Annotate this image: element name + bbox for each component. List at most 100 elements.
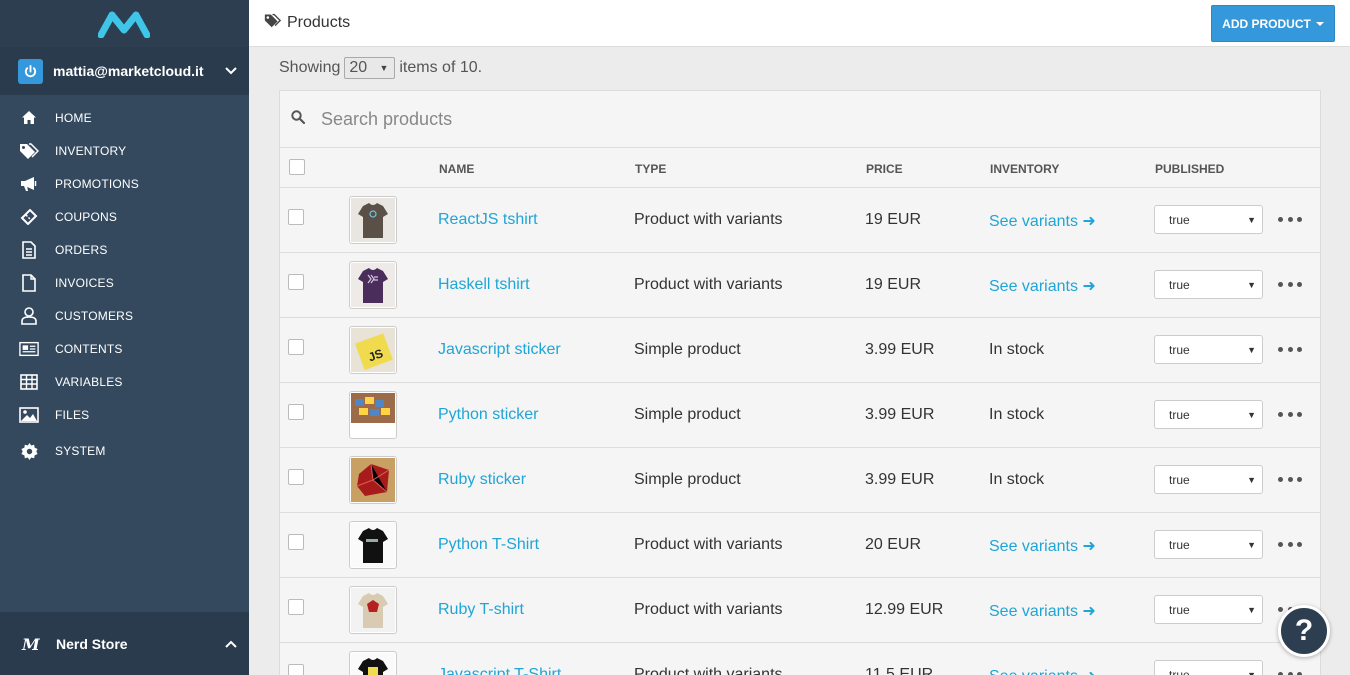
sidebar-item-label: HOME	[55, 110, 92, 125]
caret-down-icon: ▼	[1247, 409, 1256, 420]
chevron-down-icon[interactable]	[213, 67, 249, 75]
product-type: Simple product	[634, 341, 741, 358]
sidebar-item-home[interactable]: HOME	[0, 101, 249, 134]
sidebar-item-contents[interactable]: CONTENTS	[0, 332, 249, 365]
sidebar-menu: HOME INVENTORY PROMOTIONS COUPONS ORDERS…	[0, 95, 249, 471]
product-name-link[interactable]: Javascript sticker	[438, 341, 561, 359]
table-row: Python T-Shirt Product with variants 20 EU…	[280, 513, 1320, 578]
see-variants-link[interactable]: See variants ➜	[989, 601, 1096, 621]
add-product-button[interactable]: ADD PRODUCT	[1211, 5, 1335, 42]
published-select[interactable]: true ▼	[1154, 270, 1263, 299]
see-variants-link[interactable]: See variants ➜	[989, 276, 1096, 296]
product-thumbnail[interactable]	[349, 261, 397, 309]
sidebar-item-label: INVOICES	[55, 275, 114, 290]
sidebar-item-inventory[interactable]: INVENTORY	[0, 134, 249, 167]
published-value: true	[1169, 212, 1190, 227]
see-variants-link[interactable]: See variants ➜	[989, 536, 1096, 556]
published-select[interactable]: true ▼	[1154, 530, 1263, 559]
ticket-icon	[19, 207, 39, 227]
sidebar-item-invoices[interactable]: INVOICES	[0, 266, 249, 299]
row-checkbox[interactable]	[288, 664, 304, 675]
column-header-type[interactable]: TYPE	[635, 162, 666, 176]
product-thumbnail[interactable]	[349, 586, 397, 634]
published-select[interactable]: true ▼	[1154, 595, 1263, 624]
column-header-name[interactable]: NAME	[439, 162, 474, 176]
more-actions-icon[interactable]	[1278, 209, 1302, 229]
search-icon	[291, 109, 306, 129]
column-header-published[interactable]: PUBLISHED	[1155, 162, 1224, 176]
store-logo-icon: M	[22, 634, 40, 654]
product-thumbnail[interactable]	[349, 456, 397, 504]
product-thumbnail[interactable]	[349, 391, 397, 439]
store-switcher[interactable]: M Nerd Store	[0, 612, 249, 675]
published-select[interactable]: true ▼	[1154, 660, 1263, 675]
table-row: Python sticker Simple product 3.99 EUR In s…	[280, 383, 1320, 448]
chevron-up-icon[interactable]	[213, 640, 249, 648]
sidebar-item-label: PROMOTIONS	[55, 176, 140, 191]
sidebar-item-label: COUPONS	[55, 209, 118, 224]
sidebar-item-system[interactable]: SYSTEM	[0, 431, 249, 471]
product-thumbnail[interactable]: JS	[349, 326, 397, 374]
product-thumbnail[interactable]	[349, 196, 397, 244]
product-name-link[interactable]: Javascript T-Shirt	[438, 666, 561, 675]
product-thumbnail[interactable]	[349, 521, 397, 569]
product-name-link[interactable]: Haskell tshirt	[438, 276, 530, 294]
table-row: Javascript T-Shirt Product with variants 1…	[280, 643, 1320, 675]
row-checkbox[interactable]	[288, 404, 304, 420]
inventory-status: In stock	[989, 406, 1045, 423]
published-select[interactable]: true ▼	[1154, 335, 1263, 364]
sidebar-item-customers[interactable]: CUSTOMERS	[0, 299, 249, 332]
row-checkbox[interactable]	[288, 209, 304, 225]
help-button[interactable]: ?	[1278, 605, 1330, 657]
newspaper-icon	[19, 339, 39, 359]
row-checkbox[interactable]	[288, 469, 304, 485]
column-header-inventory[interactable]: INVENTORY	[990, 162, 1059, 176]
row-checkbox[interactable]	[288, 339, 304, 355]
table-header: NAME TYPE PRICE INVENTORY PUBLISHED	[280, 148, 1320, 188]
published-value: true	[1169, 407, 1190, 422]
sidebar-item-promotions[interactable]: PROMOTIONS	[0, 167, 249, 200]
brand-logo[interactable]	[0, 0, 249, 47]
published-select[interactable]: true ▼	[1154, 465, 1263, 494]
row-checkbox[interactable]	[288, 599, 304, 615]
file-icon	[19, 273, 39, 293]
sidebar-item-variables[interactable]: VARIABLES	[0, 365, 249, 398]
product-name-link[interactable]: Ruby T-shirt	[438, 601, 524, 619]
inventory-status: In stock	[989, 341, 1045, 358]
more-actions-icon[interactable]	[1278, 339, 1302, 359]
caret-down-icon: ▼	[1247, 669, 1256, 675]
column-header-price[interactable]: PRICE	[866, 162, 903, 176]
search-bar	[280, 91, 1320, 148]
page-size-value: 20	[349, 59, 368, 76]
product-name-link[interactable]: ReactJS tshirt	[438, 211, 538, 229]
product-name-link[interactable]: Ruby sticker	[438, 471, 526, 489]
sidebar-item-coupons[interactable]: COUPONS	[0, 200, 249, 233]
more-actions-icon[interactable]	[1278, 274, 1302, 294]
product-name-link[interactable]: Python sticker	[438, 406, 538, 424]
see-variants-link[interactable]: See variants ➜	[989, 666, 1096, 675]
account-switcher[interactable]: mattia@marketcloud.it	[0, 47, 249, 95]
more-actions-icon[interactable]	[1278, 404, 1302, 424]
gear-icon	[19, 441, 39, 461]
sidebar-item-label: CONTENTS	[55, 341, 123, 356]
published-select[interactable]: true ▼	[1154, 400, 1263, 429]
product-name-link[interactable]: Python T-Shirt	[438, 536, 539, 554]
row-checkbox[interactable]	[288, 274, 304, 290]
row-checkbox[interactable]	[288, 534, 304, 550]
product-type: Simple product	[634, 406, 741, 423]
more-actions-icon[interactable]	[1278, 534, 1302, 554]
product-thumbnail[interactable]	[349, 651, 397, 675]
more-actions-icon[interactable]	[1278, 469, 1302, 489]
product-type: Product with variants	[634, 666, 783, 675]
page-size-select[interactable]: 20 ▼	[344, 57, 396, 79]
see-variants-link[interactable]: See variants ➜	[989, 211, 1096, 231]
sidebar-item-label: VARIABLES	[55, 374, 123, 389]
sidebar-item-files[interactable]: FILES	[0, 398, 249, 431]
search-input[interactable]	[321, 108, 1221, 130]
more-actions-icon[interactable]	[1278, 664, 1302, 675]
select-all-checkbox[interactable]	[289, 159, 305, 175]
caret-down-icon: ▼	[1247, 279, 1256, 290]
showing-suffix: items of 10.	[399, 59, 483, 76]
published-select[interactable]: true ▼	[1154, 205, 1263, 234]
sidebar-item-orders[interactable]: ORDERS	[0, 233, 249, 266]
